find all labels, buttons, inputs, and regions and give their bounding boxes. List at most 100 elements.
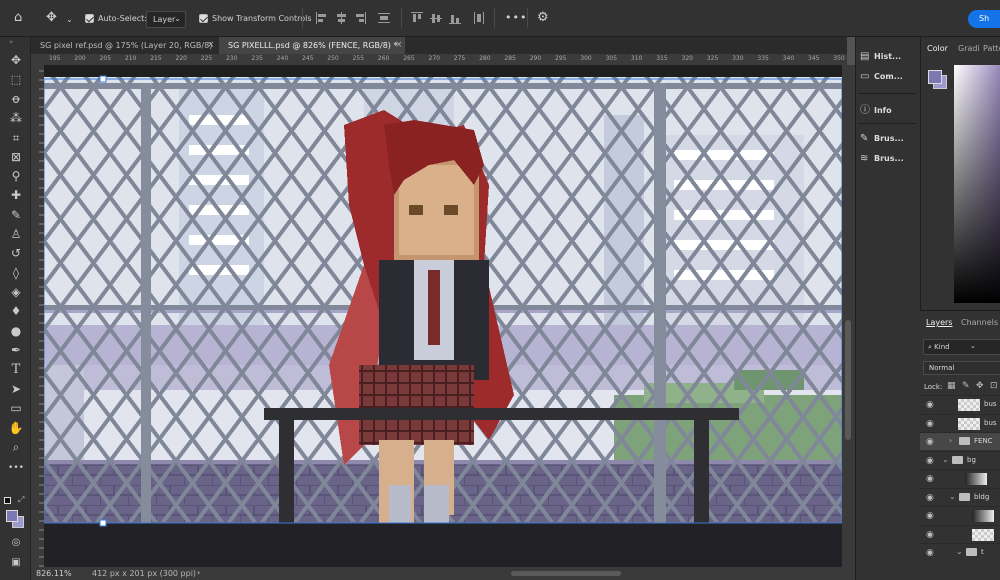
- edit-toolbar-icon[interactable]: •••: [8, 460, 24, 476]
- eye-icon[interactable]: ◉: [926, 419, 934, 429]
- marquee-icon[interactable]: ⬚: [8, 72, 24, 88]
- eye-icon[interactable]: ◉: [926, 456, 934, 466]
- info-panel-button[interactable]: ⓘ Info: [860, 101, 892, 116]
- eye-icon[interactable]: ◉: [926, 548, 934, 558]
- blend-mode-dropdown[interactable]: Normal: [923, 361, 1000, 375]
- ruler-label: 305: [605, 55, 618, 62]
- home-icon[interactable]: ⌂: [14, 11, 22, 24]
- lock-position-icon[interactable]: ✥: [976, 381, 984, 391]
- bucket-icon[interactable]: ◈: [8, 284, 24, 300]
- more-options-button[interactable]: •••: [505, 11, 527, 24]
- screen-mode-icon[interactable]: ▣: [8, 555, 24, 571]
- pen-icon[interactable]: ✒: [8, 342, 24, 358]
- status-menu-arrow[interactable]: ›: [197, 568, 200, 577]
- lock-image-icon[interactable]: ✎: [962, 381, 970, 391]
- quick-mask-icon[interactable]: ◎: [8, 535, 24, 551]
- comments-panel-button[interactable]: ▭ Com...: [860, 71, 903, 82]
- foreground-color-swatch[interactable]: [6, 510, 18, 522]
- brush-settings-panel-button[interactable]: ≋ Brus...: [860, 153, 904, 164]
- rectangle-icon[interactable]: ▭: [8, 400, 24, 416]
- zoom-level[interactable]: 826.11%: [36, 569, 72, 578]
- show-transform-checkbox[interactable]: [199, 14, 208, 23]
- align-middle-icon[interactable]: [430, 12, 442, 24]
- layer-row[interactable]: ◉ bus: [920, 413, 1000, 432]
- color-field[interactable]: [954, 65, 1000, 303]
- move-icon[interactable]: ✥: [8, 52, 24, 68]
- share-button[interactable]: Sh: [968, 10, 1000, 28]
- history-panel-button[interactable]: ▤ Hist...: [860, 51, 901, 62]
- tab-sg-pixelll[interactable]: SG PIXELLL.psd @ 826% (FENCE, RGB/8) * ×: [219, 37, 405, 54]
- close-icon[interactable]: ×: [207, 40, 215, 50]
- layer-row[interactable]: ◉: [920, 524, 1000, 543]
- chevron-icon[interactable]: ›: [949, 436, 952, 445]
- distribute-vertical-icon[interactable]: [473, 12, 485, 24]
- vertical-scrollbar[interactable]: [842, 65, 855, 567]
- eye-icon[interactable]: ◉: [926, 437, 934, 447]
- panel-collapse-icon[interactable]: »: [9, 38, 13, 46]
- eye-icon[interactable]: ◉: [926, 511, 934, 521]
- layer-row[interactable]: ◉ ⌄ t: [920, 543, 1000, 561]
- brush-icon[interactable]: ✎: [8, 207, 24, 223]
- artboard-lock-icon[interactable]: ⊡: [990, 381, 998, 391]
- brushes-panel-button[interactable]: ✎ Brus...: [860, 133, 904, 144]
- align-bottom-icon[interactable]: [449, 12, 461, 24]
- history-brush-icon[interactable]: ↺: [8, 245, 24, 261]
- type-icon[interactable]: T: [8, 362, 24, 378]
- tab-sg-pixel-ref[interactable]: SG pixel ref.psd @ 175% (Layer 20, RGB/8…: [31, 37, 218, 54]
- layer-row[interactable]: ◉ ⌄ bldg: [920, 487, 1000, 506]
- align-right-icon[interactable]: [354, 12, 366, 24]
- layer-row[interactable]: ◉ bus: [920, 395, 1000, 413]
- path-select-icon[interactable]: ➤: [8, 381, 24, 397]
- move-tool-preset-icon[interactable]: ✥: [46, 11, 57, 24]
- align-top-icon[interactable]: [411, 12, 423, 24]
- tab-patterns[interactable]: Patte: [983, 44, 1000, 53]
- align-left-icon[interactable]: [316, 12, 328, 24]
- chevron-icon[interactable]: ⌄: [942, 455, 949, 464]
- gear-icon[interactable]: ⚙: [537, 11, 549, 24]
- foreground-swatch[interactable]: [928, 70, 942, 84]
- horizontal-ruler[interactable]: 195 200 205 210 215 220 225 230 235 240 245 250 255 2…: [31, 54, 847, 65]
- auto-select-target-dropdown[interactable]: Layer ⌄: [146, 11, 186, 28]
- close-icon[interactable]: ×: [395, 40, 403, 50]
- eraser-icon[interactable]: ◊: [8, 265, 24, 281]
- dodge-icon[interactable]: ●: [8, 323, 24, 339]
- tab-color[interactable]: Color: [927, 44, 948, 53]
- chevron-icon[interactable]: ⌄: [949, 492, 956, 501]
- tab-layers[interactable]: Layers: [926, 318, 952, 327]
- crop-icon[interactable]: ⌗: [8, 130, 24, 146]
- layer-row[interactable]: ◉ ⌄ bg: [920, 450, 1000, 469]
- eye-icon[interactable]: ◉: [926, 400, 934, 410]
- vertical-ruler[interactable]: [31, 65, 44, 567]
- document-info[interactable]: 412 px x 201 px (300 ppi): [92, 569, 196, 578]
- eye-icon[interactable]: ◉: [926, 530, 934, 540]
- blur-icon[interactable]: ♦: [8, 303, 24, 319]
- ruler-label: 300: [580, 55, 592, 62]
- eye-icon[interactable]: ◉: [926, 493, 934, 503]
- tab-channels[interactable]: Channels: [961, 318, 998, 327]
- chevron-down-icon[interactable]: ⌄: [66, 13, 73, 26]
- distribute-icon[interactable]: [378, 12, 390, 24]
- document-canvas[interactable]: [44, 65, 842, 567]
- hand-icon[interactable]: ✋: [8, 420, 24, 436]
- eyedropper-icon[interactable]: ⚲: [8, 168, 24, 184]
- layer-row[interactable]: ◉: [920, 506, 1000, 524]
- horizontal-scrollbar-thumb[interactable]: [511, 571, 621, 576]
- eye-icon[interactable]: ◉: [926, 474, 934, 484]
- tab-gradients[interactable]: Gradi: [958, 44, 980, 53]
- lasso-icon[interactable]: ꝋ: [8, 91, 24, 107]
- stamp-icon[interactable]: ♙: [8, 226, 24, 242]
- swap-colors-icon[interactable]: ⤢: [18, 495, 24, 505]
- healing-icon[interactable]: ✚: [8, 187, 24, 203]
- align-center-icon[interactable]: [335, 12, 347, 24]
- filter-kind-dropdown[interactable]: ⌕ Kind ⌄: [923, 339, 1000, 355]
- scroll-thumb[interactable]: [845, 320, 851, 440]
- frame-icon[interactable]: ⊠: [8, 149, 24, 165]
- chevron-icon[interactable]: ⌄: [956, 547, 963, 556]
- quick-select-icon[interactable]: ⁂: [8, 110, 24, 126]
- layer-row[interactable]: ◉ › FENC: [920, 432, 1000, 450]
- zoom-icon[interactable]: ⌕: [8, 439, 24, 455]
- layer-row[interactable]: ◉: [920, 469, 1000, 487]
- lock-transparent-icon[interactable]: ▦: [947, 381, 956, 391]
- default-colors-icon[interactable]: [4, 497, 11, 504]
- auto-select-checkbox[interactable]: [85, 14, 94, 23]
